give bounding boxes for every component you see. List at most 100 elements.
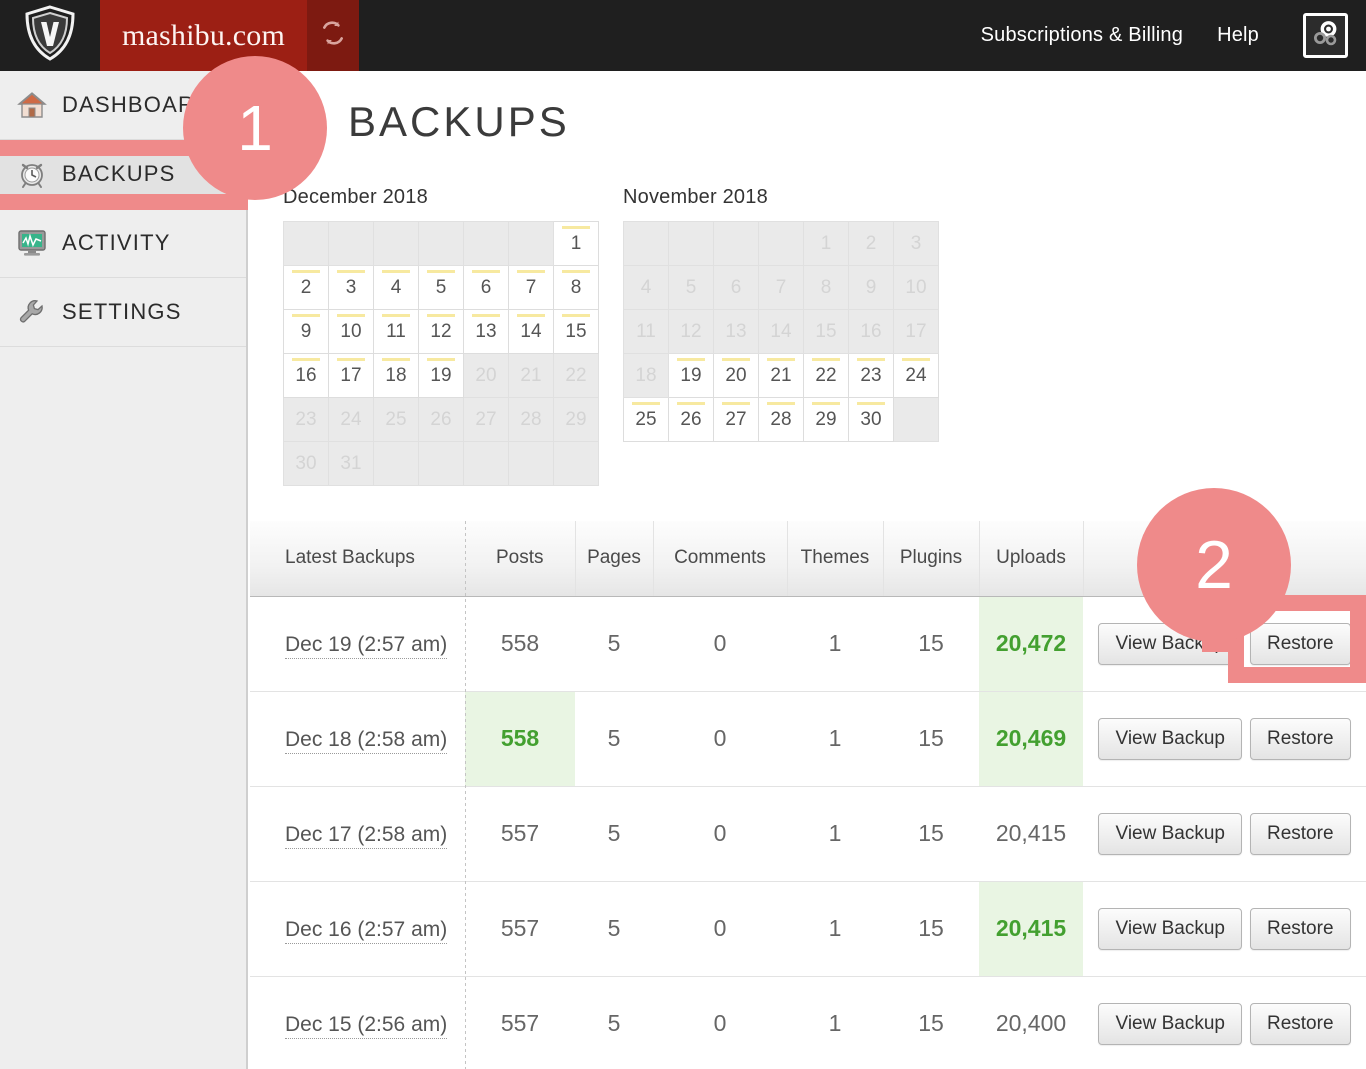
- backup-date-link[interactable]: Dec 15 (2:56 am): [285, 1013, 448, 1039]
- app-root: mashibu.com Subscriptions & Billing Help: [0, 0, 1366, 1069]
- calendar-grid[interactable]: 1 2 3 4 5 6 7 8 9 10 11 12 13 14 15 16 17 18 19 20 21 22 23 24 2…: [283, 221, 599, 486]
- calendar-day[interactable]: 15: [553, 309, 599, 354]
- restore-button-row-2[interactable]: Restore: [1249, 717, 1351, 760]
- calendar-day[interactable]: 4: [373, 265, 419, 310]
- table-row: Dec 17 (2:58 am) 557 5 0 1 15 20,415 View Backu…: [250, 786, 1366, 882]
- calendar-day-empty: [463, 441, 509, 486]
- backup-date-link[interactable]: Dec 17 (2:58 am): [285, 823, 448, 849]
- cell-comments: 0: [653, 786, 787, 882]
- calendar-day[interactable]: 30: [848, 397, 894, 442]
- calendar-week: 30 31: [283, 441, 599, 486]
- calendar-day: 14: [758, 309, 804, 354]
- monitor-chart-icon: [12, 226, 52, 260]
- cell-comments: 0: [653, 596, 787, 692]
- calendar-day[interactable]: 17: [328, 353, 374, 398]
- backup-date-link[interactable]: Dec 16 (2:57 am): [285, 918, 448, 944]
- calendar-day[interactable]: 18: [373, 353, 419, 398]
- calendar-day[interactable]: 8: [553, 265, 599, 310]
- restore-button-row-5[interactable]: Restore: [1249, 1002, 1351, 1045]
- calendar-day-empty: [373, 441, 419, 486]
- calendar-week: 18 19 20 21 22 23 24: [623, 353, 939, 398]
- cell-pages: 5: [575, 976, 653, 1069]
- calendar-day: 7: [758, 265, 804, 310]
- calendar-day[interactable]: 26: [668, 397, 714, 442]
- calendar-grid[interactable]: 1 2 3 4 5 6 7 8 9 10 11 12 13 14 15 16 17 18 19 20 21 22 23 24 2…: [623, 221, 939, 442]
- calendar-day-empty: [713, 221, 759, 266]
- calendar-day[interactable]: 13: [463, 309, 509, 354]
- cell-uploads: 20,400: [979, 976, 1083, 1069]
- calendar-week: 25 26 27 28 29 30: [623, 397, 939, 442]
- calendar-day-empty: [328, 221, 374, 266]
- calendar-day[interactable]: 27: [713, 397, 759, 442]
- calendar-day[interactable]: 21: [758, 353, 804, 398]
- nav-help[interactable]: Help: [1217, 24, 1259, 47]
- view-backup-button-row-5[interactable]: View Backup: [1098, 1002, 1242, 1045]
- calendar-day: 25: [373, 397, 419, 442]
- calendar-title: December 2018: [283, 186, 428, 208]
- backup-date-cell: Dec 18 (2:58 am): [250, 691, 465, 787]
- wrench-icon: [12, 295, 52, 329]
- cell-posts: 557: [465, 786, 575, 882]
- calendar-day: 26: [418, 397, 464, 442]
- col-themes: Themes: [787, 521, 884, 597]
- sidebar-item-settings[interactable]: SETTINGS: [0, 278, 246, 347]
- calendar-day[interactable]: 22: [803, 353, 849, 398]
- calendar-day[interactable]: 2: [283, 265, 329, 310]
- nav-subscriptions-billing[interactable]: Subscriptions & Billing: [981, 24, 1183, 47]
- calendar-day[interactable]: 20: [713, 353, 759, 398]
- col-comments: Comments: [653, 521, 788, 597]
- calendar-day: 18: [623, 353, 669, 398]
- settings-gear-button[interactable]: [1303, 13, 1348, 58]
- calendar-day: 11: [623, 309, 669, 354]
- calendar-day-empty: [893, 397, 939, 442]
- calendar-day[interactable]: 29: [803, 397, 849, 442]
- calendar-day: 27: [463, 397, 509, 442]
- cell-themes: 1: [787, 881, 883, 977]
- table-row: Dec 15 (2:56 am) 557 5 0 1 15 20,400 View Backu…: [250, 976, 1366, 1069]
- calendar-day: 28: [508, 397, 554, 442]
- calendar-day[interactable]: 16: [283, 353, 329, 398]
- calendar-day-empty: [418, 441, 464, 486]
- calendar-day[interactable]: 1: [553, 221, 599, 266]
- calendar-day[interactable]: 23: [848, 353, 894, 398]
- top-bar-spacer: [359, 0, 981, 71]
- calendar-day[interactable]: 12: [418, 309, 464, 354]
- calendar-day[interactable]: 28: [758, 397, 804, 442]
- top-bar: mashibu.com Subscriptions & Billing Help: [0, 0, 1366, 71]
- view-backup-button-row-4[interactable]: View Backup: [1098, 907, 1242, 950]
- calendar-day[interactable]: 3: [328, 265, 374, 310]
- cell-plugins: 15: [883, 691, 979, 787]
- restore-button-row-4[interactable]: Restore: [1249, 907, 1351, 950]
- refresh-button[interactable]: [307, 0, 360, 71]
- annotation-marker-2: 2: [1137, 488, 1291, 642]
- view-backup-button-row-2[interactable]: View Backup: [1098, 717, 1242, 760]
- calendar-week: 2345678: [283, 265, 599, 310]
- backup-date-link[interactable]: Dec 18 (2:58 am): [285, 728, 448, 754]
- calendar-day[interactable]: 7: [508, 265, 554, 310]
- calendar-day[interactable]: 11: [373, 309, 419, 354]
- sidebar-item-activity[interactable]: ACTIVITY: [0, 209, 246, 278]
- calendar-day[interactable]: 6: [463, 265, 509, 310]
- calendar-day: 16: [848, 309, 894, 354]
- calendar-day[interactable]: 9: [283, 309, 329, 354]
- calendar-day: 20: [463, 353, 509, 398]
- calendar-day-empty: [668, 221, 714, 266]
- calendar-day[interactable]: 19: [668, 353, 714, 398]
- calendar-day[interactable]: 19: [418, 353, 464, 398]
- restore-button-row-3[interactable]: Restore: [1249, 812, 1351, 855]
- page-title: BACKUPS: [348, 98, 570, 145]
- backup-date-link[interactable]: Dec 19 (2:57 am): [285, 633, 448, 659]
- calendar-day[interactable]: 25: [623, 397, 669, 442]
- calendar-day[interactable]: 14: [508, 309, 554, 354]
- cell-plugins: 15: [883, 881, 979, 977]
- backup-date-cell: Dec 15 (2:56 am): [250, 976, 465, 1069]
- logo-block[interactable]: [0, 0, 100, 71]
- cell-posts: 558: [465, 691, 575, 787]
- col-plugins: Plugins: [883, 521, 980, 597]
- view-backup-button-row-3[interactable]: View Backup: [1098, 812, 1242, 855]
- calendar-week: 1: [283, 221, 599, 266]
- calendar-day[interactable]: 5: [418, 265, 464, 310]
- calendar-day-empty: [418, 221, 464, 266]
- calendar-day[interactable]: 10: [328, 309, 374, 354]
- calendar-day[interactable]: 24: [893, 353, 939, 398]
